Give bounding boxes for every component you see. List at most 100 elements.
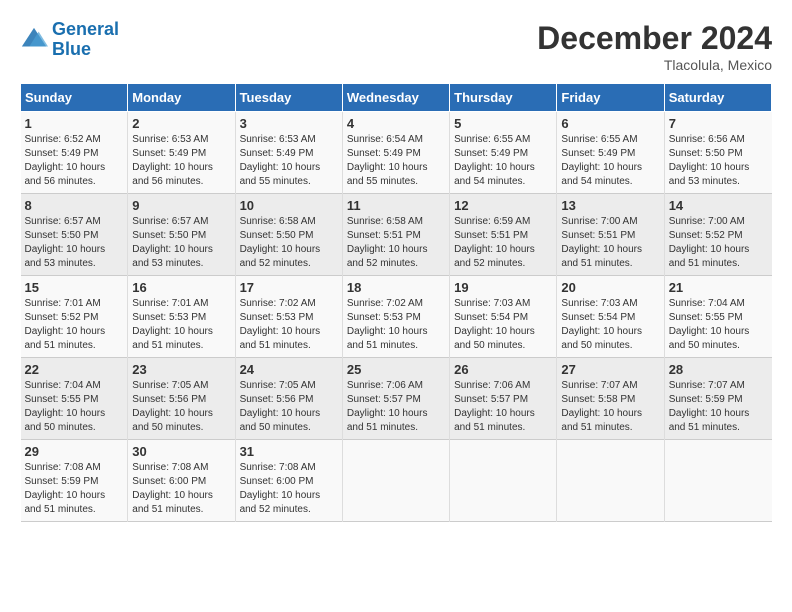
calendar-day-cell: 25Sunrise: 7:06 AMSunset: 5:57 PMDayligh…: [342, 358, 449, 440]
day-info: Sunrise: 6:57 AMSunset: 5:50 PMDaylight:…: [132, 215, 230, 271]
header-wednesday: Wednesday: [342, 84, 449, 112]
day-number: 27: [561, 362, 659, 377]
calendar-day-cell: 30Sunrise: 7:08 AMSunset: 6:00 PMDayligh…: [128, 440, 235, 522]
day-info: Sunrise: 6:58 AMSunset: 5:50 PMDaylight:…: [240, 215, 338, 271]
day-number: 16: [132, 280, 230, 295]
day-number: 18: [347, 280, 445, 295]
calendar-day-cell: 29 Sunrise: 7:08 AMSunset: 5:59 PMDayligh…: [21, 440, 128, 522]
calendar-day-cell: 17 Sunrise: 7:02 AMSunset: 5:53 PMDayligh…: [235, 276, 342, 358]
day-number: 5: [454, 116, 552, 131]
calendar-week-row: 22Sunrise: 7:04 AMSunset: 5:55 PMDayligh…: [21, 358, 772, 440]
day-info: Sunrise: 6:55 AMSunset: 5:49 PMDaylight:…: [561, 133, 659, 189]
calendar-day-cell: 27Sunrise: 7:07 AMSunset: 5:58 PMDayligh…: [557, 358, 664, 440]
day-number: 22: [25, 362, 124, 377]
calendar-day-cell: 11 Sunrise: 6:58 AMSunset: 5:51 PMDayligh…: [342, 194, 449, 276]
day-info: Sunrise: 7:01 AMSunset: 5:53 PMDaylight:…: [132, 297, 230, 353]
calendar-day-cell: [342, 440, 449, 522]
calendar-day-cell: 13 Sunrise: 7:00 AMSunset: 5:51 PMDayligh…: [557, 194, 664, 276]
day-info: Sunrise: 6:58 AMSunset: 5:51 PMDaylight:…: [347, 215, 445, 271]
day-number: 28: [669, 362, 768, 377]
day-info: Sunrise: 7:01 AMSunset: 5:52 PMDaylight:…: [25, 297, 124, 353]
day-number: 15: [25, 280, 124, 295]
calendar-day-cell: 31 Sunrise: 7:08 AMSunset: 6:00 PMDayligh…: [235, 440, 342, 522]
calendar-day-cell: 3 Sunrise: 6:53 AMSunset: 5:49 PMDaylight…: [235, 112, 342, 194]
calendar-day-cell: 24 Sunrise: 7:05 AMSunset: 5:56 PMDayligh…: [235, 358, 342, 440]
calendar-day-cell: 10 Sunrise: 6:58 AMSunset: 5:50 PMDayligh…: [235, 194, 342, 276]
day-info: Sunrise: 7:08 AMSunset: 5:59 PMDaylight:…: [25, 461, 124, 517]
day-info: Sunrise: 6:54 AMSunset: 5:49 PMDaylight:…: [347, 133, 445, 189]
header-sunday: Sunday: [21, 84, 128, 112]
day-number: 1: [25, 116, 124, 131]
calendar-day-cell: 12 Sunrise: 6:59 AMSunset: 5:51 PMDayligh…: [450, 194, 557, 276]
day-number: 4: [347, 116, 445, 131]
day-info: Sunrise: 6:56 AMSunset: 5:50 PMDaylight:…: [669, 133, 768, 189]
calendar-day-cell: 4 Sunrise: 6:54 AMSunset: 5:49 PMDaylight…: [342, 112, 449, 194]
day-number: 8: [25, 198, 124, 213]
day-number: 24: [240, 362, 338, 377]
calendar-day-cell: 7 Sunrise: 6:56 AMSunset: 5:50 PMDaylight…: [664, 112, 771, 194]
calendar-day-cell: 28 Sunrise: 7:07 AMSunset: 5:59 PMDayligh…: [664, 358, 771, 440]
day-number: 2: [132, 116, 230, 131]
day-info: Sunrise: 7:08 AMSunset: 6:00 PMDaylight:…: [132, 461, 230, 517]
calendar-week-row: 29 Sunrise: 7:08 AMSunset: 5:59 PMDayligh…: [21, 440, 772, 522]
calendar-day-cell: 9 Sunrise: 6:57 AMSunset: 5:50 PMDaylight…: [128, 194, 235, 276]
day-number: 6: [561, 116, 659, 131]
calendar-day-cell: 20 Sunrise: 7:03 AMSunset: 5:54 PMDayligh…: [557, 276, 664, 358]
header-thursday: Thursday: [450, 84, 557, 112]
calendar-day-cell: 18 Sunrise: 7:02 AMSunset: 5:53 PMDayligh…: [342, 276, 449, 358]
calendar-week-row: 1Sunrise: 6:52 AMSunset: 5:49 PMDaylight…: [21, 112, 772, 194]
page-header: General Blue December 2024 Tlacolula, Me…: [20, 20, 772, 73]
day-info: Sunrise: 6:59 AMSunset: 5:51 PMDaylight:…: [454, 215, 552, 271]
day-number: 7: [669, 116, 768, 131]
day-info: Sunrise: 7:02 AMSunset: 5:53 PMDaylight:…: [347, 297, 445, 353]
location: Tlacolula, Mexico: [537, 57, 772, 73]
calendar-day-cell: 26 Sunrise: 7:06 AMSunset: 5:57 PMDayligh…: [450, 358, 557, 440]
day-info: Sunrise: 7:00 AMSunset: 5:51 PMDaylight:…: [561, 215, 659, 271]
day-info: Sunrise: 7:02 AMSunset: 5:53 PMDaylight:…: [240, 297, 338, 353]
calendar-day-cell: 14Sunrise: 7:00 AMSunset: 5:52 PMDayligh…: [664, 194, 771, 276]
day-number: 17: [240, 280, 338, 295]
day-number: 3: [240, 116, 338, 131]
day-info: Sunrise: 7:07 AMSunset: 5:59 PMDaylight:…: [669, 379, 768, 435]
calendar-day-cell: [664, 440, 771, 522]
day-info: Sunrise: 6:53 AMSunset: 5:49 PMDaylight:…: [240, 133, 338, 189]
logo-text: General Blue: [52, 20, 119, 60]
day-number: 11: [347, 198, 445, 213]
calendar-day-cell: 16 Sunrise: 7:01 AMSunset: 5:53 PMDayligh…: [128, 276, 235, 358]
day-number: 29: [25, 444, 124, 459]
day-info: Sunrise: 6:53 AMSunset: 5:49 PMDaylight:…: [132, 133, 230, 189]
day-number: 9: [132, 198, 230, 213]
logo-icon: [20, 26, 48, 54]
day-info: Sunrise: 6:55 AMSunset: 5:49 PMDaylight:…: [454, 133, 552, 189]
header-saturday: Saturday: [664, 84, 771, 112]
calendar-day-cell: 19 Sunrise: 7:03 AMSunset: 5:54 PMDayligh…: [450, 276, 557, 358]
calendar-day-cell: 15 Sunrise: 7:01 AMSunset: 5:52 PMDayligh…: [21, 276, 128, 358]
day-number: 19: [454, 280, 552, 295]
day-number: 20: [561, 280, 659, 295]
weekday-header-row: Sunday Monday Tuesday Wednesday Thursday…: [21, 84, 772, 112]
day-info: Sunrise: 7:06 AMSunset: 5:57 PMDaylight:…: [454, 379, 552, 435]
calendar-week-row: 8 Sunrise: 6:57 AMSunset: 5:50 PMDaylight…: [21, 194, 772, 276]
day-number: 13: [561, 198, 659, 213]
header-monday: Monday: [128, 84, 235, 112]
day-info: Sunrise: 7:03 AMSunset: 5:54 PMDaylight:…: [454, 297, 552, 353]
day-info: Sunrise: 7:08 AMSunset: 6:00 PMDaylight:…: [240, 461, 338, 517]
header-friday: Friday: [557, 84, 664, 112]
day-info: Sunrise: 7:05 AMSunset: 5:56 PMDaylight:…: [240, 379, 338, 435]
calendar-day-cell: [450, 440, 557, 522]
calendar-day-cell: 6 Sunrise: 6:55 AMSunset: 5:49 PMDaylight…: [557, 112, 664, 194]
day-number: 31: [240, 444, 338, 459]
calendar-week-row: 15 Sunrise: 7:01 AMSunset: 5:52 PMDayligh…: [21, 276, 772, 358]
calendar-day-cell: 22Sunrise: 7:04 AMSunset: 5:55 PMDayligh…: [21, 358, 128, 440]
day-info: Sunrise: 7:03 AMSunset: 5:54 PMDaylight:…: [561, 297, 659, 353]
calendar-table: Sunday Monday Tuesday Wednesday Thursday…: [20, 83, 772, 522]
day-number: 12: [454, 198, 552, 213]
day-number: 25: [347, 362, 445, 377]
day-number: 21: [669, 280, 768, 295]
calendar-day-cell: 2 Sunrise: 6:53 AMSunset: 5:49 PMDaylight…: [128, 112, 235, 194]
day-number: 14: [669, 198, 768, 213]
day-number: 26: [454, 362, 552, 377]
title-block: December 2024 Tlacolula, Mexico: [537, 20, 772, 73]
day-number: 10: [240, 198, 338, 213]
calendar-day-cell: 1Sunrise: 6:52 AMSunset: 5:49 PMDaylight…: [21, 112, 128, 194]
